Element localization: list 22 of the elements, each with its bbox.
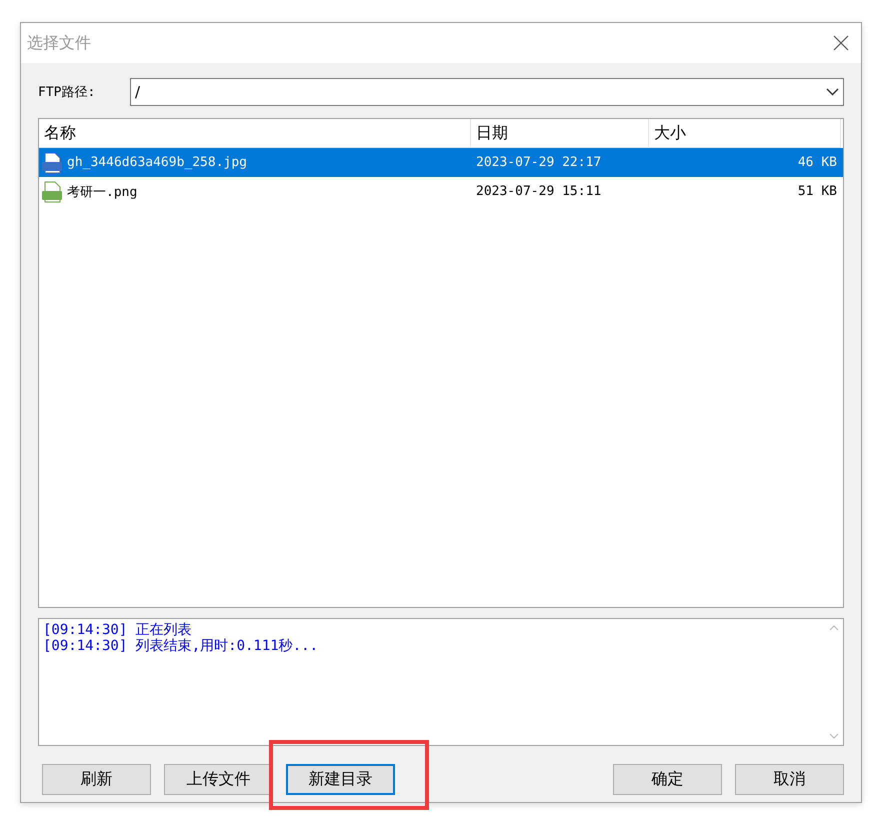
file-size: 46 KB: [796, 155, 838, 170]
dialog-button[interactable]: 新建目录: [286, 764, 395, 795]
dialog-button[interactable]: 刷新: [42, 764, 151, 795]
file-date: 2023-07-29 15:11: [475, 184, 602, 199]
scroll-down-icon[interactable]: [829, 733, 839, 739]
dialog-button[interactable]: 确定: [613, 764, 722, 795]
path-value: /: [135, 83, 140, 101]
file-size: 51 KB: [796, 184, 838, 199]
window-title: 选择文件: [27, 32, 91, 54]
file-date: 2023-07-29 22:17: [475, 155, 602, 170]
dialog-button[interactable]: 取消: [735, 764, 844, 795]
file-name: 考研一.png: [67, 184, 138, 200]
log-line: [09:14:30] 正在列表: [43, 622, 193, 638]
path-label: FTP路径:: [38, 84, 96, 101]
scroll-up-icon[interactable]: [829, 625, 839, 631]
path-combobox[interactable]: /: [130, 78, 844, 106]
log-line: [09:14:30] 列表结束,用时:0.111秒...: [43, 638, 320, 654]
chevron-down-icon: [826, 88, 839, 96]
file-name: gh_3446d63a469b_258.jpg: [67, 155, 248, 170]
close-icon[interactable]: [833, 35, 849, 51]
file-row[interactable]: gh_3446d63a469b_258.jpg 2023-07-29 22:17 46 KB: [39, 148, 843, 177]
file-row[interactable]: 考研一.png 2023-07-29 15:11 51 KB: [39, 177, 843, 206]
